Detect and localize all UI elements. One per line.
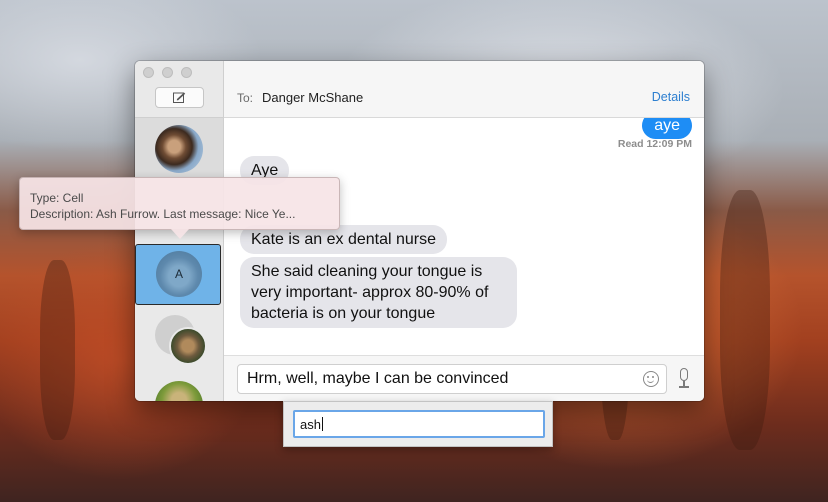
zoom-button[interactable] <box>181 67 192 78</box>
message-bubble-sent: aye <box>642 118 692 139</box>
search-input-text: ash <box>300 417 321 432</box>
compose-icon <box>173 92 186 103</box>
text-caret <box>321 417 323 431</box>
accessibility-tooltip: Type: Cell Description: Ash Furrow. Last… <box>19 177 340 230</box>
message-input-text: Hrm, well, maybe I can be convinced <box>247 370 509 387</box>
avatar: A <box>156 251 202 297</box>
compose-button[interactable] <box>155 87 204 108</box>
conversation-header: To: Danger McShane Details <box>224 61 704 118</box>
message-input[interactable]: Hrm, well, maybe I can be convinced <box>237 364 667 394</box>
tooltip-description: Description: Ash Furrow. Last message: N… <box>30 207 296 221</box>
emoji-icon[interactable] <box>643 371 659 387</box>
message-transcript: aye Read 12:09 PM Aye Kate is an ex dent… <box>224 118 704 355</box>
minimize-button[interactable] <box>162 67 173 78</box>
conversation-item-selected[interactable]: A <box>135 244 221 305</box>
read-receipt: Read 12:09 PM <box>617 138 692 150</box>
details-button[interactable]: Details <box>652 90 690 104</box>
search-input[interactable]: ash <box>293 410 545 438</box>
tooltip-type: Type: Cell <box>30 191 84 205</box>
message-bubble-received: She said cleaning your tongue is very im… <box>240 257 517 328</box>
to-label: To: <box>237 91 254 105</box>
recipient-name[interactable]: Danger McShane <box>262 90 363 105</box>
avatar-initial: A <box>174 267 183 281</box>
close-button[interactable] <box>143 67 154 78</box>
avatar[interactable] <box>155 381 203 401</box>
group-avatar-front[interactable] <box>169 327 207 365</box>
conversation-item[interactable] <box>135 118 223 178</box>
compose-bar: Hrm, well, maybe I can be convinced <box>224 355 704 401</box>
messages-window: A To: Danger McShane Details aye Read 12… <box>135 61 704 401</box>
search-popup: ash <box>283 401 553 447</box>
tooltip-arrow <box>171 229 189 239</box>
avatar <box>155 125 203 173</box>
